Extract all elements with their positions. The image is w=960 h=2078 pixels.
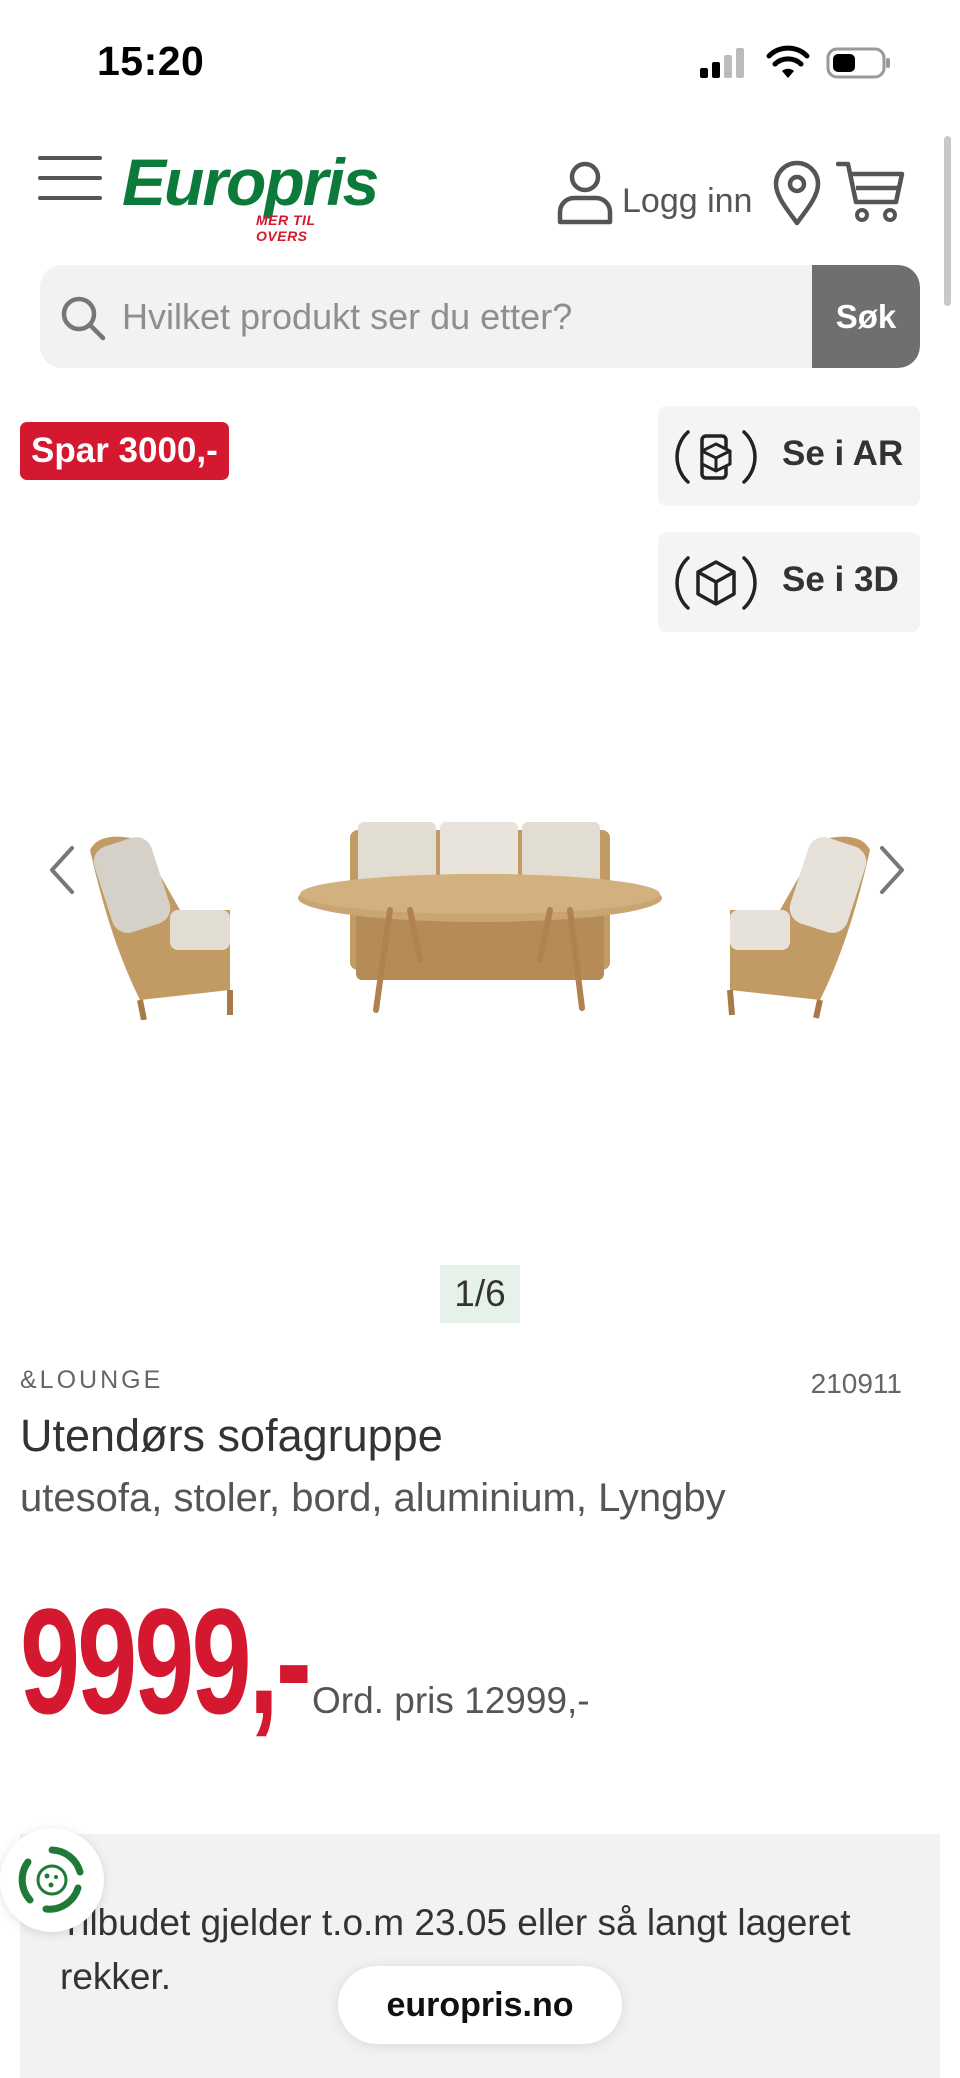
chevron-right-icon[interactable] [872,840,912,900]
login-link[interactable]: Logg inn [622,182,752,221]
location-pin-icon[interactable] [772,160,822,226]
product-subtitle: utesofa, stoler, bord, aluminium, Lyngby [20,1476,726,1520]
product-title: Utendørs sofagruppe [20,1410,443,1461]
europris-logo[interactable]: Europris MER TIL OVERS [120,144,379,244]
wifi-icon [766,45,810,78]
eco-icon [18,1846,84,1913]
ar-label: Se i AR [782,434,904,473]
image-counter: 1/6 [440,1265,520,1323]
browser-url-bar[interactable]: europris.no [338,1966,622,2044]
status-bar: 15:20 [0,0,960,120]
battery-icon [826,47,890,79]
3d-cube-icon [675,556,757,610]
ar-icon [675,430,757,484]
status-time: 15:20 [97,38,205,84]
product-brand[interactable]: &LOUNGE [20,1366,163,1395]
eco-button[interactable] [0,1828,104,1932]
product-price: 9999,- [20,1577,312,1745]
logo-text: Europris [122,145,379,219]
signal-icon [700,48,748,78]
product-image [90,822,870,1020]
search-input[interactable] [122,265,842,368]
view-in-ar-button[interactable]: Se i AR [658,406,920,506]
view-in-3d-button[interactable]: Se i 3D [658,532,920,632]
search-icon [61,296,106,341]
logo-tagline: MER TIL OVERS [256,212,316,244]
search-bar: Søk [40,265,920,368]
search-button[interactable]: Søk [812,265,920,368]
site-header: Europris MER TIL OVERS Logg inn [0,130,960,250]
user-icon[interactable] [556,160,614,226]
cart-icon[interactable] [836,160,906,224]
3d-label: Se i 3D [782,560,899,599]
ordinary-price: Ord. pris 12999,- [312,1680,590,1721]
scrollbar[interactable] [944,136,951,306]
product-gallery: 1/6 [0,700,960,1340]
product-sku: 210911 [810,1368,902,1399]
save-badge: Spar 3000,- [20,422,229,480]
menu-icon[interactable] [38,154,104,202]
chevron-left-icon[interactable] [42,840,82,900]
